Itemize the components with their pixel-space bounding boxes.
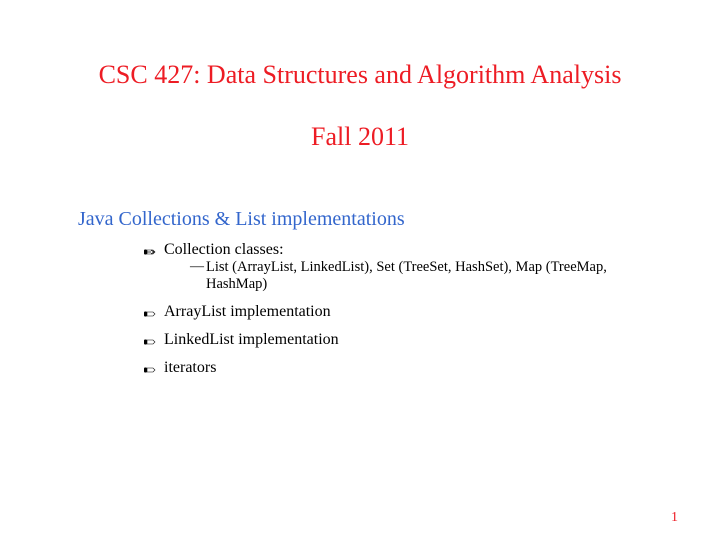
bullet-text: LinkedList implementation <box>164 331 339 348</box>
bullet-list: Collection classes: — List (ArrayList, L… <box>144 241 670 377</box>
slide-title-line-2: Fall 2011 <box>50 122 670 152</box>
page-number: 1 <box>671 510 678 526</box>
bullet-text: ArrayList implementation <box>164 303 331 320</box>
bullet-text: Collection classes: <box>164 241 284 258</box>
hand-icon <box>144 244 156 254</box>
hand-icon <box>144 306 156 316</box>
slide-subtitle: Java Collections & List implementations <box>78 208 670 231</box>
slide-title-line-1: CSC 427: Data Structures and Algorithm A… <box>50 60 670 90</box>
bullet-text: iterators <box>164 359 216 376</box>
list-item: LinkedList implementation <box>144 331 670 349</box>
list-item: iterators <box>144 359 670 377</box>
hand-icon <box>144 362 156 372</box>
list-item: ArrayList implementation <box>144 303 670 321</box>
list-item: Collection classes: — List (ArrayList, L… <box>144 241 670 293</box>
dash-icon: — <box>190 259 204 275</box>
sub-bullet-text: List (ArrayList, LinkedList), Set (TreeS… <box>206 259 607 292</box>
hand-icon <box>144 334 156 344</box>
slide-container: CSC 427: Data Structures and Algorithm A… <box>0 0 720 548</box>
sub-list-item: — List (ArrayList, LinkedList), Set (Tre… <box>190 259 670 293</box>
